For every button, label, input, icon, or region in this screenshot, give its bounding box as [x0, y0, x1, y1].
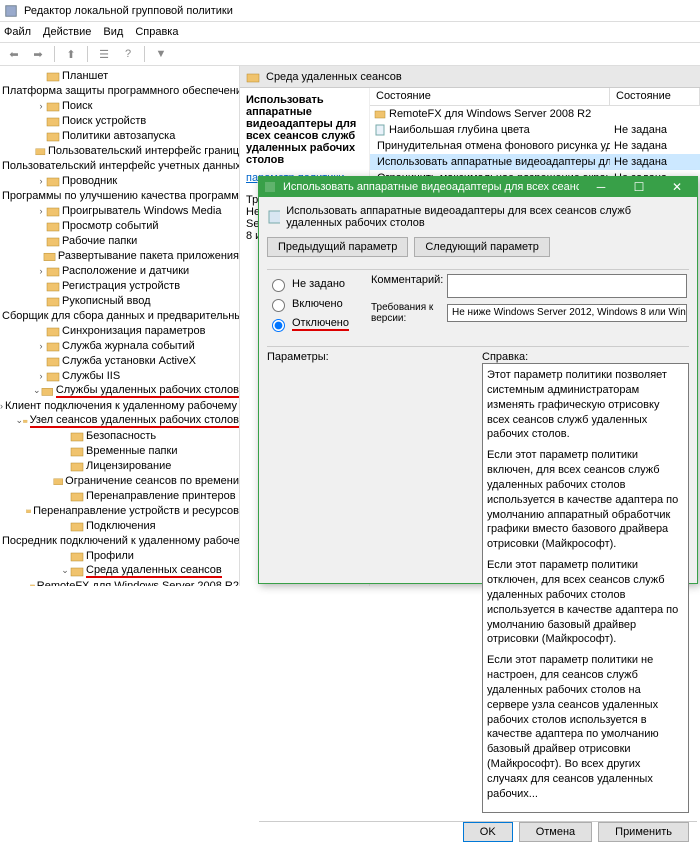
- req-field: Не ниже Windows Server 2012, Windows 8 и…: [447, 304, 687, 322]
- tree-node[interactable]: ⌄Среда удаленных сеансов: [0, 563, 239, 578]
- tree-node[interactable]: Развертывание пакета приложения: [0, 248, 239, 263]
- tree-node[interactable]: Рукописный ввод: [0, 293, 239, 308]
- tree-node[interactable]: Перенаправление принтеров: [0, 488, 239, 503]
- menu-help[interactable]: Справка: [135, 26, 178, 38]
- dialog-footer: OK Отмена Применить: [259, 821, 697, 842]
- tree-node[interactable]: Сборщик для сбора данных и предварительн…: [0, 308, 239, 323]
- tree-node[interactable]: Лицензирование: [0, 458, 239, 473]
- tree-node[interactable]: Служба установки ActiveX: [0, 353, 239, 368]
- tree-node[interactable]: RemoteFX для Windows Server 2008 R2: [0, 578, 239, 586]
- maximize-button[interactable]: ☐: [623, 177, 655, 197]
- close-button[interactable]: ✕: [661, 177, 693, 197]
- dialog-subtitle: Использовать аппаратные видеоадаптеры дл…: [286, 205, 689, 229]
- menu-file[interactable]: Файл: [4, 26, 31, 38]
- forward-button[interactable]: ➡: [28, 44, 48, 64]
- help-button[interactable]: ?: [118, 44, 138, 64]
- opt-enabled[interactable]: Включено: [267, 294, 357, 314]
- app-icon: [4, 4, 18, 18]
- opt-notset[interactable]: Не задано: [267, 274, 357, 294]
- menu-action[interactable]: Действие: [43, 26, 91, 38]
- filter-button[interactable]: ▼: [151, 44, 171, 64]
- breadcrumb-label: Среда удаленных сеансов: [266, 71, 402, 83]
- tree-node[interactable]: ›Проигрыватель Windows Media: [0, 203, 239, 218]
- comment-field[interactable]: [447, 274, 687, 298]
- view-list-button[interactable]: ☰: [94, 44, 114, 64]
- desc-heading: Использовать аппаратные видеоадаптеры дл…: [246, 94, 363, 166]
- help-label: Справка:: [482, 351, 689, 363]
- setting-row[interactable]: Использовать аппаратные видеоадаптеры дл…: [370, 154, 700, 170]
- cancel-button[interactable]: Отмена: [519, 822, 592, 842]
- toolbar: ⬅ ➡ ⬆ ☰ ? ▼: [0, 42, 700, 66]
- dialog-title: Использовать аппаратные видеоадаптеры дл…: [283, 181, 579, 193]
- up-button[interactable]: ⬆: [61, 44, 81, 64]
- radio-group: Не задано Включено Отключено: [267, 274, 357, 334]
- tree-node[interactable]: Просмотр событий: [0, 218, 239, 233]
- folder-icon: [246, 70, 260, 84]
- opt-disabled[interactable]: Отключено: [267, 314, 357, 334]
- tree-node[interactable]: Посредник подключений к удаленному рабоч…: [0, 533, 239, 548]
- tree-node[interactable]: Планшет: [0, 68, 239, 83]
- apply-button[interactable]: Применить: [598, 822, 689, 842]
- tree-node[interactable]: ›Служба журнала событий: [0, 338, 239, 353]
- setting-row[interactable]: RemoteFX для Windows Server 2008 R2: [370, 106, 700, 122]
- tree-node[interactable]: Синхронизация параметров: [0, 323, 239, 338]
- setting-row[interactable]: Наибольшая глубина цветаНе задана: [370, 122, 700, 138]
- tree-node[interactable]: Пользовательский интерфейс учетных данны…: [0, 158, 239, 173]
- tree-node[interactable]: ›Расположение и датчики: [0, 263, 239, 278]
- tree-node[interactable]: ›Клиент подключения к удаленному рабочем…: [0, 398, 239, 413]
- next-setting-button[interactable]: Следующий параметр: [414, 237, 550, 257]
- dialog-titlebar: Использовать аппаратные видеоадаптеры дл…: [259, 177, 697, 197]
- help-text[interactable]: Этот параметр политики позволяет системн…: [482, 363, 689, 813]
- req-label: Требования к версии:: [371, 302, 441, 324]
- policy-dialog: Использовать аппаратные видеоадаптеры дл…: [258, 176, 698, 584]
- comment-label: Комментарий:: [371, 274, 441, 298]
- tree-node[interactable]: Платформа защиты программного обеспечени…: [0, 83, 239, 98]
- tree-node[interactable]: Профили: [0, 548, 239, 563]
- tree-node[interactable]: Временные папки: [0, 443, 239, 458]
- tree-node[interactable]: Поиск устройств: [0, 113, 239, 128]
- col-name[interactable]: Состояние: [370, 88, 610, 105]
- policy-icon: [267, 209, 280, 225]
- tree-node[interactable]: ›Поиск: [0, 98, 239, 113]
- tree-node[interactable]: Политики автозапуска: [0, 128, 239, 143]
- menubar: Файл Действие Вид Справка: [0, 22, 700, 42]
- policy-tree[interactable]: ПланшетПлатформа защиты программного обе…: [0, 66, 240, 586]
- setting-row[interactable]: Принудительная отмена фонового рисунка у…: [370, 138, 700, 154]
- dialog-icon: [263, 180, 277, 194]
- ok-button[interactable]: OK: [463, 822, 513, 842]
- breadcrumb: Среда удаленных сеансов: [240, 66, 700, 88]
- tree-node[interactable]: Ограничение сеансов по времени: [0, 473, 239, 488]
- tree-node[interactable]: ›Службы IIS: [0, 368, 239, 383]
- tree-node[interactable]: ›Проводник: [0, 173, 239, 188]
- window-title: Редактор локальной групповой политики: [24, 5, 233, 17]
- tree-node[interactable]: Безопасность: [0, 428, 239, 443]
- params-label: Параметры:: [267, 351, 474, 363]
- menu-view[interactable]: Вид: [103, 26, 123, 38]
- col-state[interactable]: Состояние: [610, 88, 700, 105]
- tree-node[interactable]: Подключения: [0, 518, 239, 533]
- back-button[interactable]: ⬅: [4, 44, 24, 64]
- window-titlebar: Редактор локальной групповой политики: [0, 0, 700, 22]
- minimize-button[interactable]: ─: [585, 177, 617, 197]
- tree-node[interactable]: Программы по улучшению качества программ…: [0, 188, 239, 203]
- tree-node[interactable]: Регистрация устройств: [0, 278, 239, 293]
- tree-node[interactable]: Рабочие папки: [0, 233, 239, 248]
- tree-node[interactable]: ⌄Службы удаленных рабочих столов: [0, 383, 239, 398]
- tree-node[interactable]: ⌄Узел сеансов удаленных рабочих столов: [0, 413, 239, 428]
- tree-node[interactable]: Пользовательский интерфейс границ: [0, 143, 239, 158]
- prev-setting-button[interactable]: Предыдущий параметр: [267, 237, 408, 257]
- tree-node[interactable]: Перенаправление устройств и ресурсов: [0, 503, 239, 518]
